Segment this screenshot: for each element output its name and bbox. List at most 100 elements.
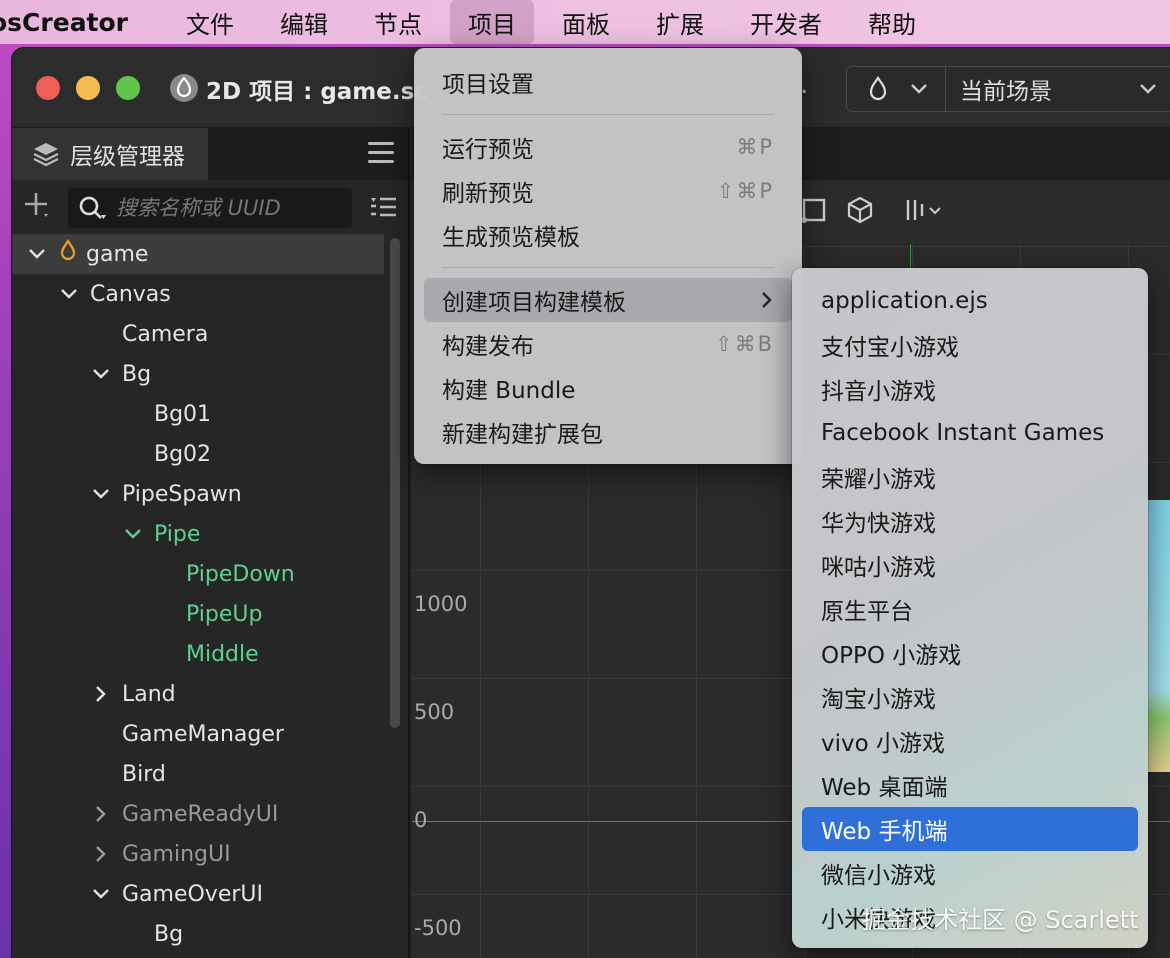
chevron-down-icon[interactable]	[26, 243, 48, 265]
project-menu-item[interactable]: 构建发布 ⇧⌘B	[414, 322, 802, 366]
cube-tool-icon[interactable]	[844, 194, 876, 226]
tree-node[interactable]: Bird	[12, 754, 408, 794]
build-template-item[interactable]: 微信小游戏	[792, 851, 1148, 895]
chevron-right-icon	[760, 290, 774, 310]
hierarchy-toolbar	[12, 180, 408, 234]
project-menu-item[interactable]: 创建项目构建模板	[424, 278, 792, 322]
window-title: 2D 项目 : game.sc	[206, 79, 428, 105]
hierarchy-scrollbar[interactable]	[390, 238, 400, 728]
hierarchy-panel: 层级管理器 game Canvas Camera Bg Bg01 Bg02 PipeSpaw…	[12, 128, 410, 958]
menu-bar-item[interactable]: 开发者	[732, 0, 840, 44]
tab-hierarchy-label: 层级管理器	[70, 144, 185, 170]
tree-node[interactable]: Pipe	[12, 514, 408, 554]
menu-bar-item[interactable]: 项目	[450, 0, 535, 44]
tree-node-label: Camera	[122, 321, 209, 347]
tree-node[interactable]: Land	[12, 674, 408, 714]
build-template-item[interactable]: application.ejs	[792, 279, 1148, 323]
scene-selector[interactable]: 当前场景	[946, 66, 1170, 112]
align-tool-icon[interactable]	[902, 194, 948, 226]
build-template-item[interactable]: 原生平台	[792, 587, 1148, 631]
tree-node-label: Land	[122, 681, 176, 707]
tree-node[interactable]: Bg	[12, 354, 408, 394]
menu-item-label: 构建 Bundle	[442, 378, 576, 404]
chevron-down-icon[interactable]	[90, 883, 112, 905]
tree-node[interactable]: GameReadyUI	[12, 794, 408, 834]
tree-node-label: PipeUp	[186, 601, 263, 627]
tree-node[interactable]: Middle	[12, 634, 408, 674]
axis-label: 1000	[414, 592, 468, 616]
project-menu-item[interactable]: 运行预览 ⌘P	[414, 125, 802, 169]
project-menu-item[interactable]: 构建 Bundle	[414, 366, 802, 410]
menu-item-label: 运行预览	[442, 137, 534, 163]
tree-node-label: Pipe	[154, 521, 201, 547]
tree-node[interactable]: GameOverUI	[12, 874, 408, 914]
tree-node-label: GameReadyUI	[122, 801, 279, 827]
menu-bar-item[interactable]: 扩展	[638, 0, 722, 44]
search-input[interactable]	[116, 196, 336, 220]
tree-node-label: game	[86, 241, 149, 267]
build-template-item[interactable]: OPPO 小游戏	[792, 631, 1148, 675]
add-node-button[interactable]	[22, 190, 50, 222]
tree-node-label: Bg01	[154, 401, 212, 427]
tree-node[interactable]: GamingUI	[12, 834, 408, 874]
build-template-item[interactable]: 华为快游戏	[792, 499, 1148, 543]
chevron-down-icon[interactable]	[58, 283, 80, 305]
sort-list-icon[interactable]	[368, 194, 398, 220]
cocos-logo-icon	[170, 74, 198, 102]
project-menu-item[interactable]: 项目设置	[414, 60, 802, 104]
chevron-down-icon[interactable]	[122, 523, 144, 545]
build-template-item[interactable]: 淘宝小游戏	[792, 675, 1148, 719]
flame-icon	[58, 238, 78, 269]
flame-icon	[869, 76, 886, 101]
build-template-item[interactable]: 抖音小游戏	[792, 367, 1148, 411]
tree-node[interactable]: Bg	[12, 914, 408, 954]
tree-node[interactable]: game	[12, 234, 384, 274]
build-template-item[interactable]: 咪咕小游戏	[792, 543, 1148, 587]
menu-bar-item[interactable]: 节点	[356, 0, 440, 44]
rect-tool-icon[interactable]	[798, 194, 830, 226]
app-name[interactable]: osCreator	[0, 8, 128, 37]
tree-node-label: Bird	[122, 761, 166, 787]
search-box[interactable]	[68, 188, 352, 228]
project-menu-item[interactable]: 刷新预览 ⇧⌘P	[414, 169, 802, 213]
tree-node[interactable]: GameManager	[12, 714, 408, 754]
project-menu-item[interactable]: 新建构建扩展包	[414, 410, 802, 454]
tree-node[interactable]: PipeDown	[12, 554, 408, 594]
shortcut-label: ⇧⌘B	[714, 332, 774, 356]
axis-label: -500	[414, 916, 462, 940]
tree-node-label: PipeSpawn	[122, 481, 242, 507]
close-window-button[interactable]	[36, 76, 60, 100]
tree-node[interactable]: PipeSpawn	[12, 474, 408, 514]
minimize-window-button[interactable]	[76, 76, 100, 100]
chevron-right-icon[interactable]	[90, 803, 112, 825]
tree-node[interactable]: Camera	[12, 314, 408, 354]
build-template-item[interactable]: Facebook Instant Games	[792, 411, 1148, 455]
zoom-window-button[interactable]	[116, 76, 140, 100]
layers-icon	[33, 143, 59, 167]
menu-bar-item[interactable]: 面板	[544, 0, 628, 44]
menu-bar-items: 文件 编辑 节点 项目 面板 扩展 开发者 帮助	[168, 0, 944, 44]
chevron-down-icon[interactable]	[90, 363, 112, 385]
tab-hierarchy[interactable]: 层级管理器	[12, 128, 208, 180]
build-template-item[interactable]: 支付宝小游戏	[792, 323, 1148, 367]
chevron-down-icon[interactable]	[90, 483, 112, 505]
menu-bar-item[interactable]: 文件	[168, 0, 252, 44]
build-template-item[interactable]: vivo 小游戏	[792, 719, 1148, 763]
tree-node[interactable]: Canvas	[12, 274, 408, 314]
shortcut-label: ⇧⌘P	[716, 179, 774, 203]
tree-node[interactable]: PipeUp	[12, 594, 408, 634]
menu-bar-item[interactable]: 编辑	[262, 0, 346, 44]
plus-icon	[25, 193, 48, 217]
tree-node[interactable]: Bg02	[12, 434, 408, 474]
build-template-item[interactable]: Web 手机端	[802, 807, 1138, 851]
chevron-right-icon[interactable]	[90, 683, 112, 705]
menu-bar-item[interactable]: 帮助	[850, 0, 934, 44]
build-template-item[interactable]: Web 桌面端	[792, 763, 1148, 807]
panel-menu-icon[interactable]	[368, 142, 394, 164]
tree-node-label: GameManager	[122, 721, 284, 747]
chevron-right-icon[interactable]	[90, 843, 112, 865]
tree-node[interactable]: Bg01	[12, 394, 408, 434]
build-template-item[interactable]: 荣耀小游戏	[792, 455, 1148, 499]
platform-selector[interactable]	[846, 66, 946, 112]
project-menu-item[interactable]: 生成预览模板	[414, 213, 802, 257]
